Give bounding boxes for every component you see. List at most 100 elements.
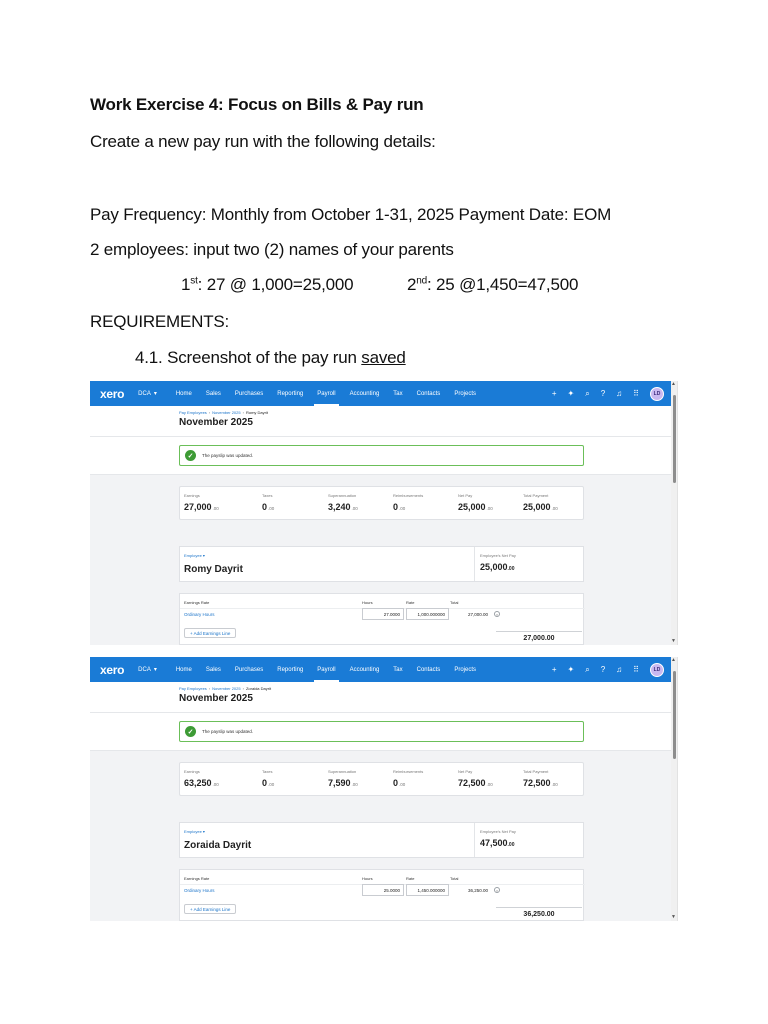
scrollbar[interactable]: ▲ ▼	[671, 381, 677, 645]
earnings-label: Earnings	[184, 769, 200, 774]
breadcrumb-pay-employees[interactable]: Pay Employees	[179, 686, 207, 691]
remove-line-icon[interactable]: ×	[494, 611, 500, 617]
apps-grid-icon[interactable]: ⠿	[633, 389, 639, 398]
page-title: November 2025	[179, 417, 253, 428]
scrollbar[interactable]: ▲ ▼	[671, 657, 677, 921]
nav-contacts[interactable]: Contacts	[410, 657, 448, 682]
earnings-value: 63,250.00	[184, 778, 219, 788]
page-header: Pay Employees › November 2025 › Romy Dayrit …	[90, 406, 672, 437]
nav-payroll[interactable]: Payroll	[310, 381, 342, 406]
xero-logo[interactable]: xero	[100, 663, 124, 677]
nav-home[interactable]: Home	[169, 381, 199, 406]
success-alert: ✓ The payslip was updated.	[179, 721, 584, 742]
taxes-value: 0.00	[262, 778, 275, 788]
earnings-type-link[interactable]: Ordinary Hours	[184, 888, 215, 893]
nav-reporting[interactable]: Reporting	[270, 657, 310, 682]
nav-tax[interactable]: Tax	[386, 657, 409, 682]
requirement-item: 4.1. Screenshot of the pay run saved	[135, 348, 406, 367]
nav-reporting[interactable]: Reporting	[270, 381, 310, 406]
bell-icon[interactable]: ♫	[616, 389, 622, 398]
reimbursements-value: 0.00	[393, 778, 406, 788]
superannuation-label: Superannuation	[328, 493, 357, 498]
hours-header: Hours	[362, 876, 373, 881]
net-pay-label: Net Pay	[458, 493, 473, 498]
net-pay-value: 72,500.00	[458, 778, 493, 788]
nav-accounting[interactable]: Accounting	[343, 381, 387, 406]
nav-sales[interactable]: Sales	[199, 657, 228, 682]
search-icon[interactable]: ⌕	[585, 665, 589, 674]
help-icon[interactable]: ?	[601, 665, 605, 674]
employee-1-calc: 1st: 27 @ 1,000=25,000	[181, 275, 354, 294]
nav-purchases[interactable]: Purchases	[228, 381, 270, 406]
line-total: 27,000.00	[467, 611, 488, 617]
nav-tax[interactable]: Tax	[386, 381, 409, 406]
breadcrumb-period[interactable]: November 2025	[212, 686, 240, 691]
hours-input[interactable]: 27.0000	[362, 608, 404, 620]
nav-sales[interactable]: Sales	[199, 381, 228, 406]
nav-projects[interactable]: Projects	[447, 657, 483, 682]
top-navbar: xero DCA ▾ Home Sales Purchases Reporting…	[90, 381, 672, 406]
avatar[interactable]: LD	[650, 386, 664, 401]
earnings-card: Earnings Rate Hours Rate Total Ordinary …	[179, 869, 585, 921]
breadcrumb-pay-employees[interactable]: Pay Employees	[179, 410, 207, 415]
rate-input[interactable]: 1,000.000000	[406, 608, 449, 620]
check-icon: ✓	[185, 450, 196, 461]
plus-icon[interactable]: +	[552, 665, 557, 674]
net-pay-label: Net Pay	[458, 769, 473, 774]
chevron-down-icon: ▾	[153, 391, 157, 397]
earnings-type-link[interactable]: Ordinary Hours	[184, 612, 215, 617]
apps-grid-icon[interactable]: ⠿	[633, 665, 639, 674]
intro-text: Create a new pay run with the following …	[90, 132, 436, 151]
add-earnings-line-button[interactable]: + Add Earnings Line	[184, 628, 237, 638]
org-switcher[interactable]: DCA ▾	[138, 390, 157, 398]
rate-header: Rate	[406, 876, 415, 881]
total-payment-label: Total Payment	[523, 493, 549, 498]
sparkle-icon[interactable]: ✦	[568, 665, 575, 674]
nav-purchases[interactable]: Purchases	[228, 657, 270, 682]
pay-summary: Earnings 63,250.00 Taxes 0.00 Superannuati…	[179, 762, 584, 796]
nav-accounting[interactable]: Accounting	[343, 657, 387, 682]
nav-projects[interactable]: Projects	[447, 381, 483, 406]
superannuation-value: 7,590.00	[328, 778, 358, 788]
hours-input[interactable]: 25.0000	[362, 884, 404, 896]
exercise-title: Work Exercise 4: Focus on Bills & Pay ru…	[90, 95, 424, 114]
alert-band: ✓ The payslip was updated.	[90, 437, 672, 475]
check-icon: ✓	[185, 726, 196, 737]
rate-input[interactable]: 1,450.000000	[406, 884, 449, 896]
add-earnings-line-button[interactable]: + Add Earnings Line	[184, 904, 237, 914]
employee-net-pay-label: Employee's Net Pay	[480, 553, 516, 558]
requirements-heading: REQUIREMENTS:	[90, 312, 230, 331]
remove-line-icon[interactable]: ×	[494, 887, 500, 893]
total-payment-value: 25,000.00	[523, 502, 558, 512]
employee-dropdown[interactable]: Employee ▾	[184, 829, 205, 834]
rate-header: Rate	[406, 600, 415, 605]
earnings-value: 27,000.00	[184, 502, 219, 512]
alert-message: The payslip was updated.	[202, 729, 254, 734]
taxes-label: Taxes	[262, 769, 273, 774]
search-icon[interactable]: ⌕	[585, 389, 589, 398]
earnings-rate-header: Earnings Rate	[184, 600, 210, 605]
page-header: Pay Employees › November 2025 › Zoraida Dayr…	[90, 682, 672, 713]
help-icon[interactable]: ?	[601, 389, 605, 398]
avatar[interactable]: LD	[650, 662, 664, 677]
total-header: Total	[450, 600, 459, 605]
sparkle-icon[interactable]: ✦	[568, 389, 575, 398]
payslip-screenshot-1: xero DCA ▾ Home Sales Purchases Reporting…	[90, 381, 678, 645]
top-navbar: xero DCA ▾ Home Sales Purchases Reporting…	[90, 657, 672, 682]
xero-logo[interactable]: xero	[100, 387, 124, 401]
breadcrumb-period[interactable]: November 2025	[212, 410, 240, 415]
bell-icon[interactable]: ♫	[616, 665, 622, 674]
breadcrumb-employee: Romy Dayrit	[245, 410, 268, 415]
reimbursements-label: Reimbursements	[393, 769, 424, 774]
payslip-screenshot-2: xero DCA ▾ Home Sales Purchases Reporting…	[90, 657, 678, 921]
nav-contacts[interactable]: Contacts	[410, 381, 448, 406]
breadcrumb: Pay Employees › November 2025 › Romy Dayrit	[179, 410, 268, 415]
org-switcher[interactable]: DCA ▾	[138, 666, 157, 674]
plus-icon[interactable]: +	[552, 389, 557, 398]
employee-dropdown[interactable]: Employee ▾	[184, 553, 205, 558]
employee-card: Employee ▾ Romy Dayrit Employee's Net Pa…	[179, 546, 584, 582]
employee-name: Romy Dayrit	[184, 564, 243, 575]
nav-payroll[interactable]: Payroll	[310, 657, 342, 682]
nav-home[interactable]: Home	[169, 657, 199, 682]
employee-name: Zoraida Dayrit	[184, 840, 252, 851]
